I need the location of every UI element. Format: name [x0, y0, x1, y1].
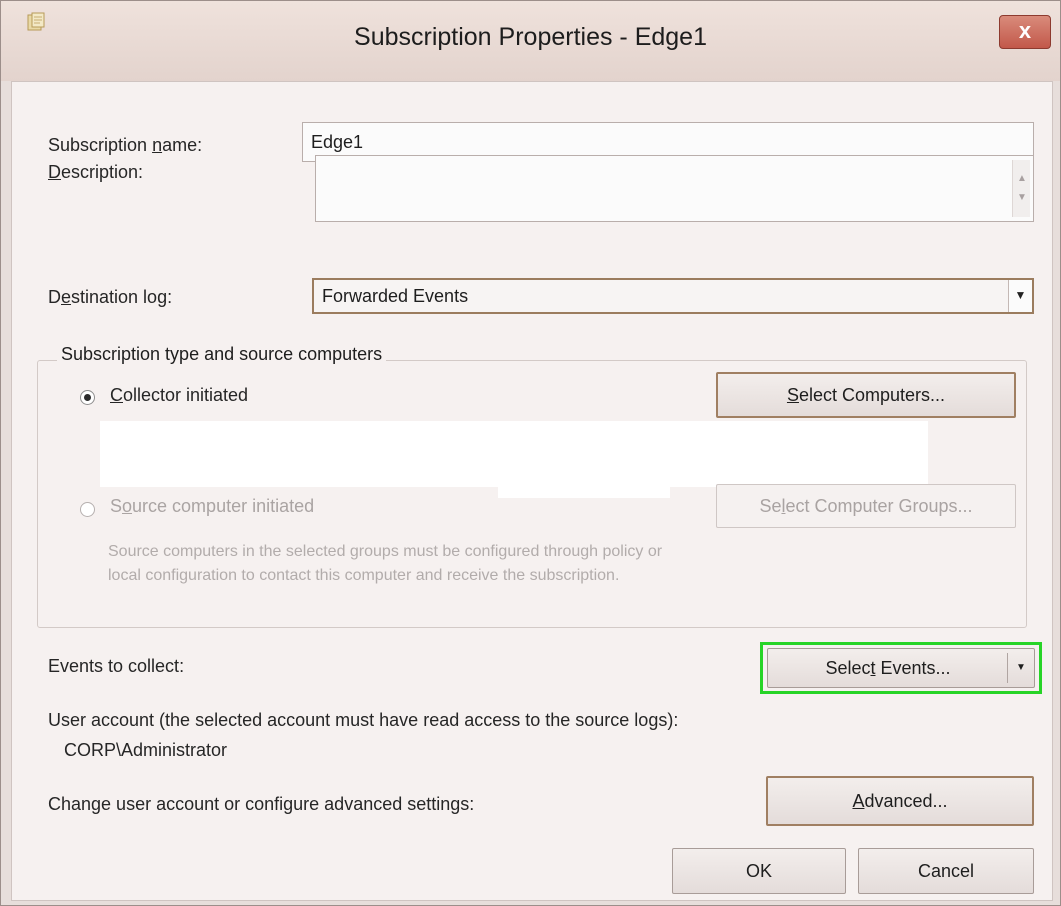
subscription-name-label: Subscription name:: [48, 135, 203, 155]
window-title: Subscription Properties - Edge1: [354, 23, 707, 51]
events-to-collect-label: Events to collect:: [48, 656, 185, 676]
advanced-button[interactable]: Advanced...: [766, 776, 1034, 826]
destination-log-dropdown[interactable]: Forwarded Events ▼: [312, 278, 1034, 314]
dialog-body: Subscription name: Edge1 Description: ▲ …: [11, 81, 1053, 901]
select-events-label: Select Events...: [825, 658, 951, 678]
dropdown-arrow-icon[interactable]: ▼: [1008, 280, 1032, 312]
source-initiated-radio[interactable]: [80, 502, 95, 517]
source-hint-line-1: Source computers in the selected groups …: [108, 543, 663, 560]
redacted-area-lower: [498, 486, 670, 498]
destination-log-label: Destination log:: [48, 287, 173, 307]
description-label: Description:: [48, 162, 144, 182]
destination-log-value: Forwarded Events: [322, 286, 469, 306]
collector-initiated-radio[interactable]: [80, 390, 95, 405]
subscription-properties-dialog: Subscription Properties - Edge1 x Subscr…: [0, 0, 1061, 906]
redacted-area: [100, 421, 928, 487]
user-account-value: CORP\Administrator: [64, 740, 228, 760]
description-scrollbar[interactable]: ▲ ▼: [1012, 160, 1030, 217]
scroll-up-icon[interactable]: ▲: [1016, 174, 1028, 184]
scroll-down-icon[interactable]: ▼: [1016, 193, 1028, 203]
cancel-button[interactable]: Cancel: [858, 848, 1034, 894]
select-events-button[interactable]: Select Events... ▼: [767, 648, 1035, 688]
description-field[interactable]: ▲ ▼: [315, 155, 1034, 222]
split-dropdown-arrow-icon[interactable]: ▼: [1008, 649, 1034, 687]
source-hint-line-2: local configuration to contact this comp…: [108, 567, 620, 584]
user-account-label: User account (the selected account must …: [48, 710, 679, 730]
subscription-type-group-title: Subscription type and source computers: [57, 344, 387, 365]
title-bar[interactable]: Subscription Properties - Edge1 x: [1, 1, 1060, 81]
collector-initiated-label[interactable]: Collector initiated: [110, 385, 248, 406]
source-initiated-label[interactable]: Source computer initiated: [110, 496, 314, 517]
select-computers-button[interactable]: Select Computers...: [716, 372, 1016, 418]
select-computer-groups-button[interactable]: Select Computer Groups...: [716, 484, 1016, 528]
ok-button[interactable]: OK: [672, 848, 846, 894]
close-icon: x: [1018, 18, 1032, 43]
change-account-label: Change user account or configure advance…: [48, 794, 475, 814]
subscription-name-value: Edge1: [311, 132, 364, 152]
close-button[interactable]: x: [999, 15, 1051, 49]
